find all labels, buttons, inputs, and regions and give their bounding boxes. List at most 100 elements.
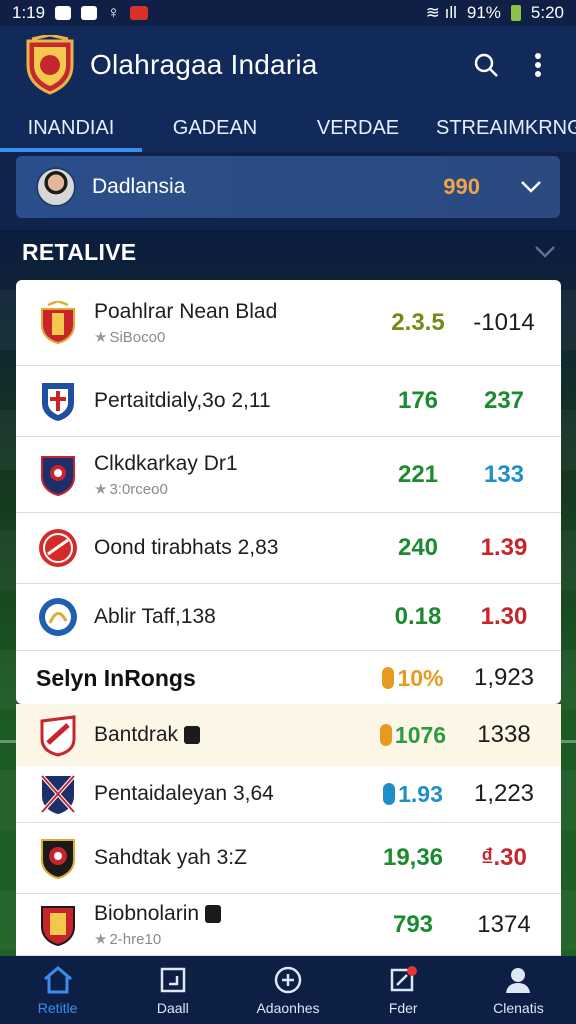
- crest-navy-red-icon: [41, 455, 75, 496]
- value-primary: 221: [397, 460, 439, 488]
- crest-red-yellow-icon: [41, 905, 75, 946]
- star-icon: ★: [94, 930, 108, 948]
- list-item[interactable]: Bantdrak 1076 1338: [16, 704, 561, 766]
- crest-red-white-icon: [40, 715, 76, 757]
- crest-blue-white-icon: [42, 383, 74, 421]
- app-logo-icon: [26, 35, 74, 95]
- battery-percent: 91%: [466, 3, 501, 22]
- star-icon: ★: [94, 480, 108, 498]
- app-bar: Olahragaa Indaria: [0, 26, 576, 104]
- pill-icon: [379, 724, 392, 746]
- square-icon: [160, 967, 186, 993]
- star-icon: ★: [94, 328, 108, 346]
- summary-row[interactable]: Selyn InRongs 10% 1,923: [16, 652, 561, 704]
- tab-streaimkrng[interactable]: STREAIMKRNG: [428, 104, 576, 152]
- team-name: Ablir Taff,138: [94, 605, 216, 628]
- value-primary: 1.93: [365, 781, 461, 808]
- list-item[interactable]: Ablir Taff,138 0.18 1.30: [16, 584, 561, 651]
- app-notification-icon: [129, 6, 148, 20]
- value-secondary: 1374: [477, 910, 531, 938]
- battery-icon: [510, 5, 521, 21]
- value-primary: 176: [397, 387, 439, 414]
- list-item[interactable]: Poahlrar Nean Blad ★ SiBoco0 2.3.5 -1014: [16, 280, 561, 366]
- video-icon: [81, 6, 98, 20]
- list-item[interactable]: Clkdkarkay Dr1 ★ 3:0rceo0 221 133: [16, 437, 561, 513]
- value-secondary: 237: [483, 387, 525, 414]
- crest-red-circle-icon: [39, 529, 77, 567]
- team-subtext: ★ SiBoco0: [94, 328, 166, 346]
- value-secondary: 1338: [477, 721, 531, 748]
- nav-label: Retitle: [37, 1000, 78, 1016]
- value-primary: 1076: [365, 722, 461, 749]
- list-item[interactable]: Sahdtak yah 3:Z 19,36 ₫.30: [16, 822, 561, 894]
- tab-gadean[interactable]: GADEAN: [142, 104, 288, 152]
- alert-icon: [390, 966, 418, 992]
- tab-bar: INANDIAI GADEAN VERDAE STREAIMKRNG: [0, 104, 576, 152]
- team-subtext: ★ 3:0rceo0: [94, 480, 168, 498]
- chevron-down-icon[interactable]: [534, 245, 556, 259]
- location-icon: ♀: [107, 3, 120, 22]
- crest-black-red-icon: [41, 839, 75, 880]
- more-options-button[interactable]: [516, 43, 560, 87]
- chevron-down-icon[interactable]: [520, 180, 542, 194]
- value-secondary: -1014: [473, 308, 535, 336]
- list-item[interactable]: Pertaitdialy,3o 2,11 176 237: [16, 366, 561, 437]
- team-name: Oond tirabhats 2,83: [94, 536, 279, 559]
- home-icon: [43, 966, 72, 994]
- more-vert-icon: [535, 53, 541, 77]
- notification-icon: [55, 6, 72, 20]
- value-primary: 19,36: [382, 844, 444, 871]
- value-secondary: 133: [483, 460, 525, 488]
- status-bar: 1:19 ♀ ≋ ıll 91% 5:20: [0, 0, 576, 26]
- crest-union-icon: [40, 774, 76, 814]
- crest-blue-circle-icon: [39, 598, 77, 636]
- section-header: RETALIVE: [22, 232, 556, 272]
- team-name: Biobnolarin: [94, 902, 365, 926]
- value-primary: 2.3.5: [391, 308, 445, 336]
- tab-label: VERDAE: [316, 116, 400, 139]
- tab-inandiai[interactable]: INANDIAI: [0, 104, 142, 152]
- avatar: [36, 167, 76, 207]
- tab-label: STREAIMKRNG: [436, 116, 576, 139]
- tab-verdae[interactable]: VERDAE: [288, 104, 428, 152]
- list-item[interactable]: Oond tirabhats 2,83 240 1.39: [16, 513, 561, 584]
- pill-icon: [383, 783, 396, 805]
- app-title: Olahragaa Indaria: [90, 49, 318, 80]
- pill-icon: [382, 667, 395, 689]
- list-item[interactable]: Pentaidaleyan 3,64 1.93 1,223: [16, 766, 561, 822]
- tab-label: GADEAN: [172, 116, 258, 139]
- nav-clenatis[interactable]: Clenatis: [461, 956, 576, 1024]
- summary-title: Selyn InRongs: [36, 664, 196, 691]
- plus-circle-icon: [274, 966, 302, 994]
- team-name: Clkdkarkay Dr1: [94, 451, 238, 475]
- list-item[interactable]: Biobnolarin ★ 2-hre10 793 1374: [16, 894, 561, 956]
- nav-daall[interactable]: Daall: [115, 956, 230, 1024]
- search-button[interactable]: [464, 43, 508, 87]
- signal-icon: ≋ ıll: [425, 3, 457, 22]
- nav-adaonhes[interactable]: Adaonhes: [230, 956, 345, 1024]
- team-name: Pertaitdialy,3o 2,11: [94, 389, 271, 412]
- team-subtext: ★ 2-hre10: [94, 930, 162, 948]
- team-name: Bantdrak: [94, 723, 365, 747]
- nav-label: Adaonhes: [256, 1000, 320, 1016]
- nav-label: Daall: [156, 1000, 189, 1016]
- nav-label: Clenatis: [493, 1000, 544, 1016]
- featured-name: Dadlansia: [92, 175, 186, 198]
- value-secondary: ₫.30: [481, 844, 527, 871]
- person-icon: [506, 968, 531, 993]
- value-secondary: 1.39: [480, 534, 528, 561]
- nav-retitle[interactable]: Retitle: [0, 956, 115, 1024]
- team-name: Poahlrar Nean Blad: [94, 299, 278, 323]
- bottom-navigation: Retitle Daall Adaonhes Fder Clenatis: [0, 956, 576, 1024]
- value-primary: 0.18: [394, 603, 442, 630]
- tab-label: INANDIAI: [27, 116, 115, 139]
- value-primary: 793: [392, 910, 434, 938]
- search-icon: [474, 53, 498, 77]
- value-primary: 240: [397, 534, 439, 561]
- team-name: Pentaidaleyan 3,64: [94, 782, 274, 805]
- standings-card: Poahlrar Nean Blad ★ SiBoco0 2.3.5 -1014 …: [16, 280, 561, 704]
- nav-fder[interactable]: Fder: [346, 956, 461, 1024]
- featured-item[interactable]: Dadlansia 990: [16, 156, 560, 218]
- crest-red-gold-icon: [41, 300, 75, 344]
- badge-icon: [183, 726, 200, 745]
